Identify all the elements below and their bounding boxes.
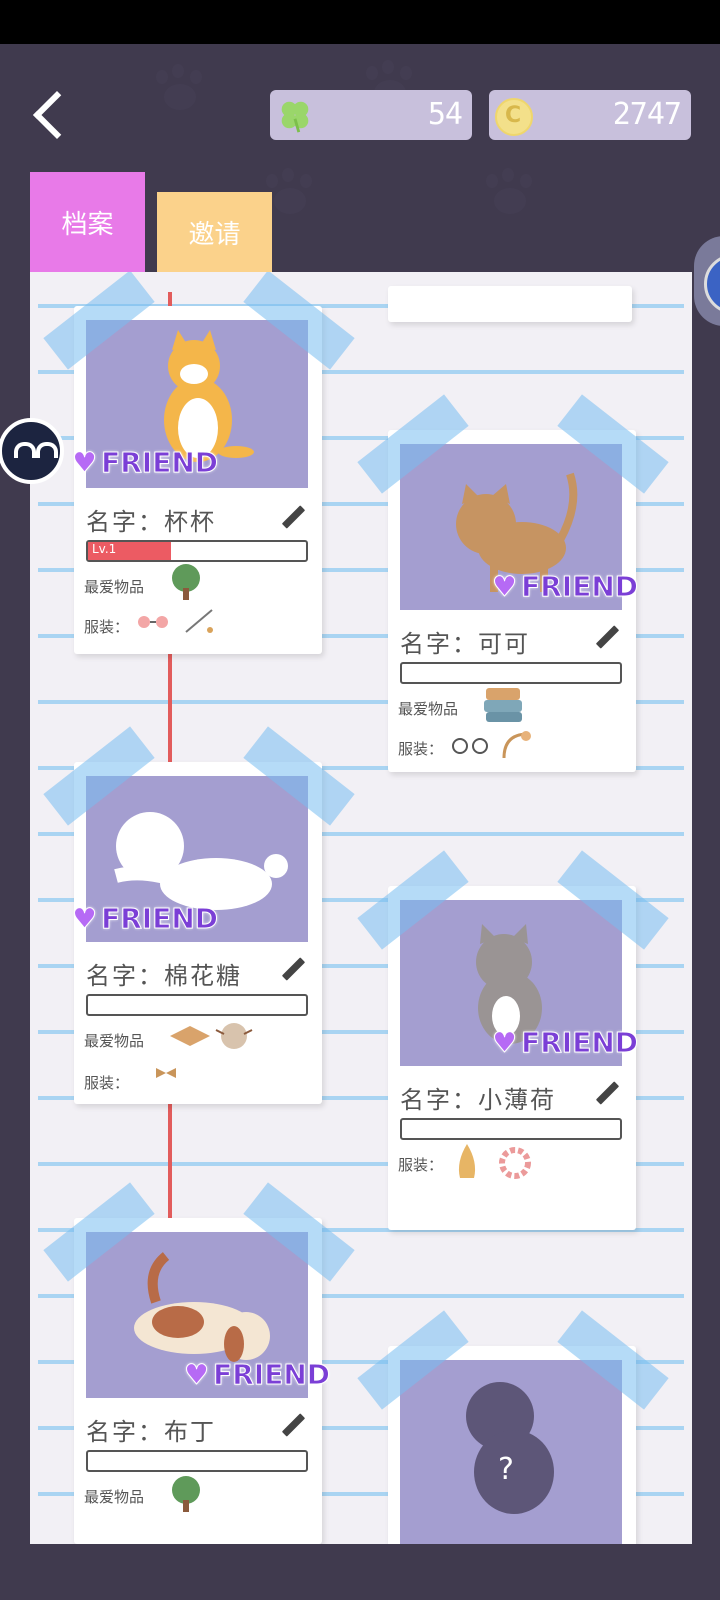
- edit-name-icon[interactable]: [280, 958, 306, 984]
- pet-name: 名字：棉花糖: [86, 962, 242, 990]
- pet-name: 名字：小薄荷: [400, 1086, 556, 1114]
- acorn-hat-icon: [458, 1144, 476, 1178]
- tab-profile[interactable]: 档案: [30, 172, 145, 272]
- pet-notebook-panel: ♥ FRIEND 名字：杯杯 Lv.1 最爱物品 服装： ♥ FRIEND 名字：可…: [30, 272, 692, 1544]
- heart-icon: ♥: [491, 570, 518, 604]
- favorite-item-label: 最爱物品: [84, 1488, 145, 1506]
- heart-icon: ♥: [491, 1026, 518, 1060]
- coin-counter: C 2747: [489, 90, 691, 140]
- glasses-icon: [138, 616, 168, 628]
- heart-icon: ♥: [71, 446, 98, 480]
- edit-name-icon[interactable]: [594, 626, 620, 652]
- bond-progress-bar: [86, 994, 308, 1016]
- outfit-label: 服装：: [84, 618, 130, 636]
- friend-badge: ♥ FRIEND: [491, 1026, 639, 1060]
- pet-name: 名字：可可: [400, 630, 530, 658]
- favorite-item-label: 最爱物品: [84, 1032, 145, 1050]
- tree-icon: [172, 1476, 200, 1512]
- pet-card[interactable]: ♥ FRIEND 名字：小薄荷 服装：: [357, 850, 669, 1230]
- bowtie-icon: [156, 1068, 176, 1078]
- clover-value: 54: [427, 97, 463, 132]
- level-label: Lv.1: [92, 542, 117, 556]
- bow-headband-icon: [502, 731, 531, 759]
- friend-label: FRIEND: [521, 570, 639, 604]
- bond-progress-bar: [86, 1450, 308, 1472]
- friend-badge: ♥ FRIEND: [491, 570, 639, 604]
- friend-badge: ♥ FRIEND: [71, 446, 219, 480]
- bond-progress-bar: [400, 662, 622, 684]
- friend-badge: ♥ FRIEND: [71, 902, 219, 936]
- edit-name-icon[interactable]: [280, 506, 306, 532]
- heart-icon: ♥: [71, 902, 98, 936]
- pet-name: 名字：布丁: [86, 1418, 216, 1446]
- heart-icon: ♥: [183, 1358, 210, 1392]
- back-button[interactable]: [28, 82, 84, 142]
- coin-value: 2747: [612, 97, 682, 132]
- fishing-rod-icon: [185, 609, 213, 633]
- edit-name-icon[interactable]: [594, 1082, 620, 1108]
- clover-counter: 54: [270, 90, 472, 140]
- favorite-item-label: 最爱物品: [398, 700, 459, 718]
- coin-icon: C: [495, 98, 533, 136]
- outfit-label: 服装：: [398, 740, 444, 758]
- cushion-icon: [170, 1026, 210, 1046]
- favorite-item-label: 最爱物品: [84, 578, 145, 596]
- bond-progress-bar: [400, 1118, 622, 1140]
- unknown-mark: ?: [498, 1452, 514, 1487]
- pet-card[interactable]: ♥ FRIEND 名字：布丁 最爱物品: [43, 1182, 355, 1544]
- paw-print-icon: [480, 168, 540, 218]
- floating-helper-button[interactable]: [0, 418, 64, 484]
- tree-icon: [172, 564, 200, 600]
- pet-name: 名字：杯杯: [86, 508, 216, 536]
- tab-invite[interactable]: 邀请: [157, 192, 272, 272]
- flower-collar-icon: [499, 1147, 531, 1179]
- towel-stack-icon: [484, 688, 522, 722]
- pet-card[interactable]: ♥ FRIEND 名字：杯杯 Lv.1 最爱物品 服装：: [43, 272, 355, 654]
- clover-icon: [281, 101, 309, 133]
- bond-progress-bar: Lv.1: [86, 540, 308, 562]
- edit-name-icon[interactable]: [280, 1414, 306, 1440]
- friend-badge: ♥ FRIEND: [183, 1358, 331, 1392]
- friend-label: FRIEND: [213, 1358, 331, 1392]
- friend-label: FRIEND: [101, 446, 219, 480]
- outfit-label: 服装：: [398, 1156, 444, 1174]
- coin-symbol: C: [505, 103, 522, 128]
- round-glasses-icon: [452, 738, 488, 754]
- status-bar: [0, 0, 720, 44]
- pet-card-partial: [388, 286, 632, 322]
- friend-label: FRIEND: [101, 902, 219, 936]
- pet-card[interactable]: ♥ FRIEND 名字：可可 最爱物品 服装：: [357, 394, 669, 772]
- snowman-toy-icon: [215, 1023, 253, 1049]
- side-menu-button[interactable]: [694, 236, 720, 326]
- paw-print-icon: [150, 64, 210, 114]
- locked-pet-card[interactable]: ?: [357, 1310, 669, 1544]
- friend-label: FRIEND: [521, 1026, 639, 1060]
- outfit-label: 服装：: [84, 1074, 130, 1092]
- pet-card[interactable]: ♥ FRIEND 名字：棉花糖 最爱物品 服装：: [43, 726, 355, 1104]
